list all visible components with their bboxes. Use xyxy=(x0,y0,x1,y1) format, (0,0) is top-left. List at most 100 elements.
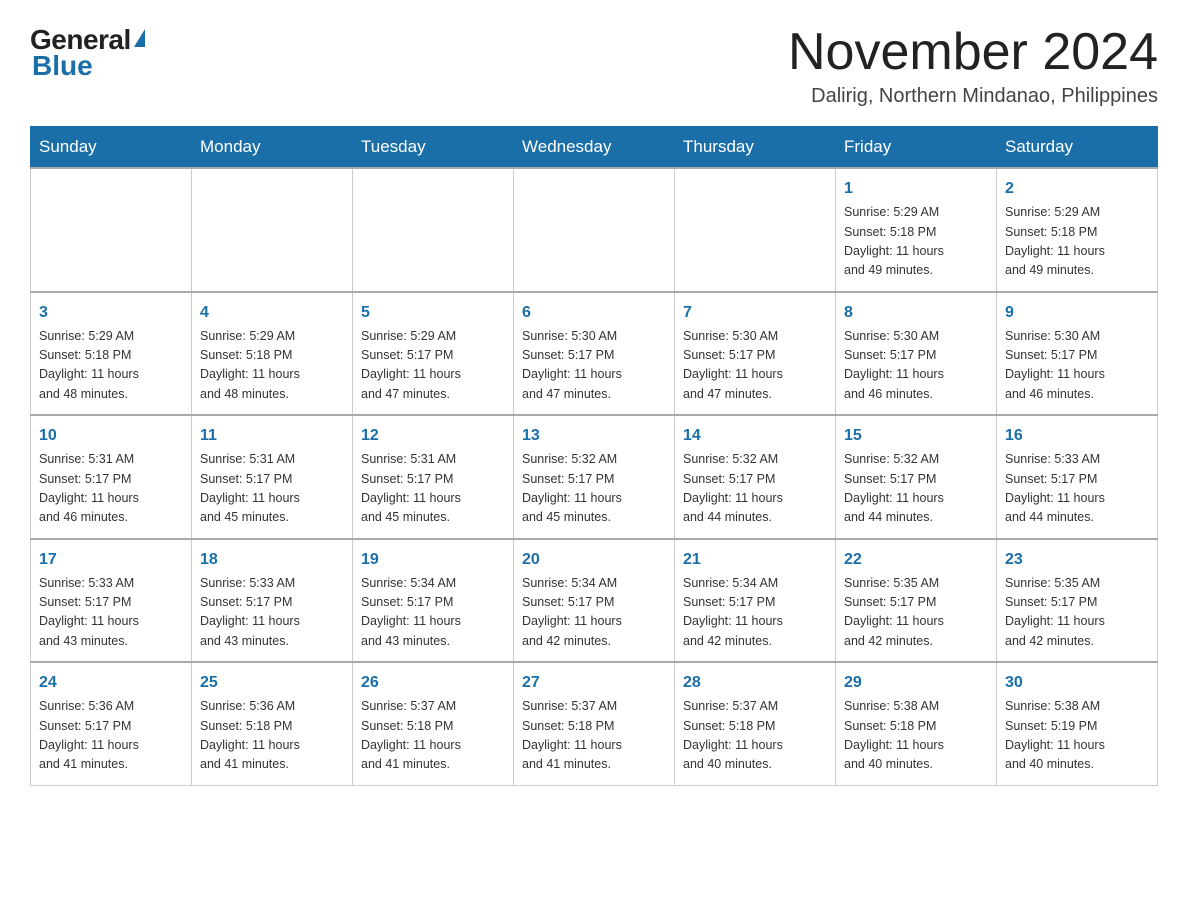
calendar-cell: 6Sunrise: 5:30 AM Sunset: 5:17 PM Daylig… xyxy=(514,292,675,416)
day-info: Sunrise: 5:32 AM Sunset: 5:17 PM Dayligh… xyxy=(844,450,988,528)
calendar-cell: 19Sunrise: 5:34 AM Sunset: 5:17 PM Dayli… xyxy=(353,539,514,663)
day-info: Sunrise: 5:31 AM Sunset: 5:17 PM Dayligh… xyxy=(39,450,183,528)
day-info: Sunrise: 5:34 AM Sunset: 5:17 PM Dayligh… xyxy=(522,574,666,652)
day-number: 3 xyxy=(39,301,183,325)
calendar-header: SundayMondayTuesdayWednesdayThursdayFrid… xyxy=(31,127,1158,169)
calendar-cell: 22Sunrise: 5:35 AM Sunset: 5:17 PM Dayli… xyxy=(836,539,997,663)
day-info: Sunrise: 5:34 AM Sunset: 5:17 PM Dayligh… xyxy=(683,574,827,652)
weekday-header-thursday: Thursday xyxy=(675,127,836,169)
day-info: Sunrise: 5:33 AM Sunset: 5:17 PM Dayligh… xyxy=(39,574,183,652)
logo-blue-text: Blue xyxy=(32,50,93,82)
day-info: Sunrise: 5:33 AM Sunset: 5:17 PM Dayligh… xyxy=(1005,450,1149,528)
day-info: Sunrise: 5:35 AM Sunset: 5:17 PM Dayligh… xyxy=(1005,574,1149,652)
weekday-header-saturday: Saturday xyxy=(997,127,1158,169)
day-info: Sunrise: 5:29 AM Sunset: 5:17 PM Dayligh… xyxy=(361,327,505,405)
calendar-cell: 20Sunrise: 5:34 AM Sunset: 5:17 PM Dayli… xyxy=(514,539,675,663)
day-info: Sunrise: 5:29 AM Sunset: 5:18 PM Dayligh… xyxy=(200,327,344,405)
day-number: 19 xyxy=(361,548,505,572)
title-area: November 2024 Dalirig, Northern Mindanao… xyxy=(788,24,1158,108)
calendar-cell: 25Sunrise: 5:36 AM Sunset: 5:18 PM Dayli… xyxy=(192,662,353,785)
page-title: November 2024 xyxy=(788,24,1158,81)
weekday-header-wednesday: Wednesday xyxy=(514,127,675,169)
day-number: 29 xyxy=(844,671,988,695)
day-info: Sunrise: 5:33 AM Sunset: 5:17 PM Dayligh… xyxy=(200,574,344,652)
day-number: 28 xyxy=(683,671,827,695)
day-number: 27 xyxy=(522,671,666,695)
day-info: Sunrise: 5:37 AM Sunset: 5:18 PM Dayligh… xyxy=(683,697,827,775)
calendar-cell: 18Sunrise: 5:33 AM Sunset: 5:17 PM Dayli… xyxy=(192,539,353,663)
calendar-cell xyxy=(192,168,353,292)
day-number: 20 xyxy=(522,548,666,572)
calendar-week-1: 1Sunrise: 5:29 AM Sunset: 5:18 PM Daylig… xyxy=(31,168,1158,292)
day-info: Sunrise: 5:35 AM Sunset: 5:17 PM Dayligh… xyxy=(844,574,988,652)
day-number: 5 xyxy=(361,301,505,325)
calendar-week-2: 3Sunrise: 5:29 AM Sunset: 5:18 PM Daylig… xyxy=(31,292,1158,416)
calendar-cell: 29Sunrise: 5:38 AM Sunset: 5:18 PM Dayli… xyxy=(836,662,997,785)
day-number: 6 xyxy=(522,301,666,325)
weekday-header-monday: Monday xyxy=(192,127,353,169)
day-number: 13 xyxy=(522,424,666,448)
calendar-cell: 24Sunrise: 5:36 AM Sunset: 5:17 PM Dayli… xyxy=(31,662,192,785)
calendar-cell: 11Sunrise: 5:31 AM Sunset: 5:17 PM Dayli… xyxy=(192,415,353,539)
day-number: 22 xyxy=(844,548,988,572)
day-info: Sunrise: 5:36 AM Sunset: 5:18 PM Dayligh… xyxy=(200,697,344,775)
day-info: Sunrise: 5:30 AM Sunset: 5:17 PM Dayligh… xyxy=(844,327,988,405)
calendar-cell: 1Sunrise: 5:29 AM Sunset: 5:18 PM Daylig… xyxy=(836,168,997,292)
calendar-cell xyxy=(675,168,836,292)
day-info: Sunrise: 5:30 AM Sunset: 5:17 PM Dayligh… xyxy=(1005,327,1149,405)
day-info: Sunrise: 5:29 AM Sunset: 5:18 PM Dayligh… xyxy=(844,203,988,281)
calendar-cell xyxy=(353,168,514,292)
day-info: Sunrise: 5:38 AM Sunset: 5:18 PM Dayligh… xyxy=(844,697,988,775)
calendar-cell: 12Sunrise: 5:31 AM Sunset: 5:17 PM Dayli… xyxy=(353,415,514,539)
day-number: 2 xyxy=(1005,177,1149,201)
day-number: 25 xyxy=(200,671,344,695)
calendar-cell: 28Sunrise: 5:37 AM Sunset: 5:18 PM Dayli… xyxy=(675,662,836,785)
day-number: 23 xyxy=(1005,548,1149,572)
logo-triangle-icon xyxy=(134,29,145,47)
calendar-cell: 30Sunrise: 5:38 AM Sunset: 5:19 PM Dayli… xyxy=(997,662,1158,785)
calendar-cell: 26Sunrise: 5:37 AM Sunset: 5:18 PM Dayli… xyxy=(353,662,514,785)
page-header: General Blue November 2024 Dalirig, Nort… xyxy=(30,24,1158,108)
day-number: 4 xyxy=(200,301,344,325)
day-number: 21 xyxy=(683,548,827,572)
day-number: 16 xyxy=(1005,424,1149,448)
day-info: Sunrise: 5:37 AM Sunset: 5:18 PM Dayligh… xyxy=(361,697,505,775)
weekday-header-tuesday: Tuesday xyxy=(353,127,514,169)
day-number: 11 xyxy=(200,424,344,448)
calendar-cell: 4Sunrise: 5:29 AM Sunset: 5:18 PM Daylig… xyxy=(192,292,353,416)
calendar-week-5: 24Sunrise: 5:36 AM Sunset: 5:17 PM Dayli… xyxy=(31,662,1158,785)
calendar-week-4: 17Sunrise: 5:33 AM Sunset: 5:17 PM Dayli… xyxy=(31,539,1158,663)
calendar-cell: 2Sunrise: 5:29 AM Sunset: 5:18 PM Daylig… xyxy=(997,168,1158,292)
calendar-cell: 9Sunrise: 5:30 AM Sunset: 5:17 PM Daylig… xyxy=(997,292,1158,416)
day-number: 30 xyxy=(1005,671,1149,695)
calendar-cell: 3Sunrise: 5:29 AM Sunset: 5:18 PM Daylig… xyxy=(31,292,192,416)
day-info: Sunrise: 5:29 AM Sunset: 5:18 PM Dayligh… xyxy=(1005,203,1149,281)
calendar-cell: 10Sunrise: 5:31 AM Sunset: 5:17 PM Dayli… xyxy=(31,415,192,539)
calendar-cell: 5Sunrise: 5:29 AM Sunset: 5:17 PM Daylig… xyxy=(353,292,514,416)
day-info: Sunrise: 5:30 AM Sunset: 5:17 PM Dayligh… xyxy=(683,327,827,405)
day-number: 9 xyxy=(1005,301,1149,325)
weekday-header-friday: Friday xyxy=(836,127,997,169)
day-info: Sunrise: 5:29 AM Sunset: 5:18 PM Dayligh… xyxy=(39,327,183,405)
calendar-cell xyxy=(31,168,192,292)
calendar-body: 1Sunrise: 5:29 AM Sunset: 5:18 PM Daylig… xyxy=(31,168,1158,785)
page-subtitle: Dalirig, Northern Mindanao, Philippines xyxy=(788,85,1158,108)
calendar-cell: 17Sunrise: 5:33 AM Sunset: 5:17 PM Dayli… xyxy=(31,539,192,663)
calendar-cell: 13Sunrise: 5:32 AM Sunset: 5:17 PM Dayli… xyxy=(514,415,675,539)
day-info: Sunrise: 5:36 AM Sunset: 5:17 PM Dayligh… xyxy=(39,697,183,775)
day-info: Sunrise: 5:31 AM Sunset: 5:17 PM Dayligh… xyxy=(361,450,505,528)
calendar-cell: 27Sunrise: 5:37 AM Sunset: 5:18 PM Dayli… xyxy=(514,662,675,785)
weekday-header-row: SundayMondayTuesdayWednesdayThursdayFrid… xyxy=(31,127,1158,169)
day-info: Sunrise: 5:32 AM Sunset: 5:17 PM Dayligh… xyxy=(683,450,827,528)
day-number: 15 xyxy=(844,424,988,448)
calendar-cell: 21Sunrise: 5:34 AM Sunset: 5:17 PM Dayli… xyxy=(675,539,836,663)
day-info: Sunrise: 5:32 AM Sunset: 5:17 PM Dayligh… xyxy=(522,450,666,528)
day-info: Sunrise: 5:31 AM Sunset: 5:17 PM Dayligh… xyxy=(200,450,344,528)
day-info: Sunrise: 5:38 AM Sunset: 5:19 PM Dayligh… xyxy=(1005,697,1149,775)
calendar-cell: 7Sunrise: 5:30 AM Sunset: 5:17 PM Daylig… xyxy=(675,292,836,416)
day-number: 24 xyxy=(39,671,183,695)
day-info: Sunrise: 5:37 AM Sunset: 5:18 PM Dayligh… xyxy=(522,697,666,775)
day-info: Sunrise: 5:30 AM Sunset: 5:17 PM Dayligh… xyxy=(522,327,666,405)
day-number: 18 xyxy=(200,548,344,572)
calendar-cell: 8Sunrise: 5:30 AM Sunset: 5:17 PM Daylig… xyxy=(836,292,997,416)
